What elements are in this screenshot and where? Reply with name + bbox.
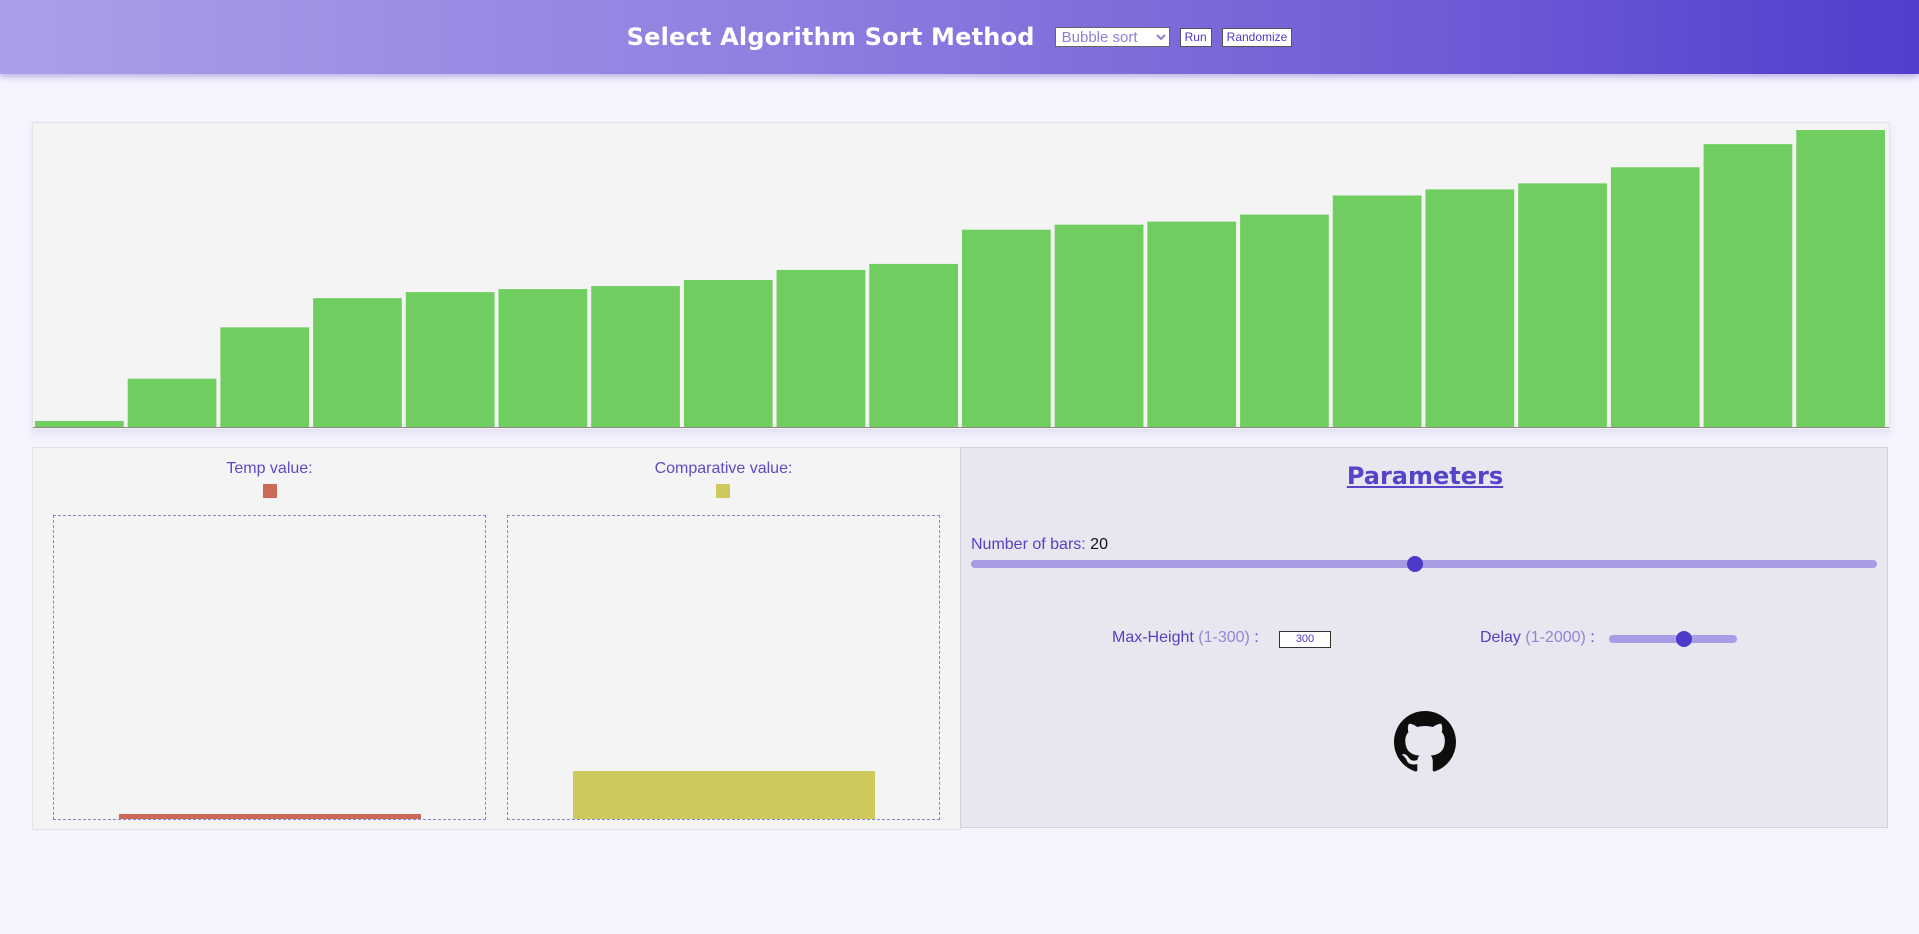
sort-bar — [1796, 130, 1885, 428]
comparative-color-swatch — [716, 484, 730, 498]
delay-slider[interactable] — [1609, 631, 1737, 647]
comparative-value-box — [507, 515, 940, 820]
bars-chart — [32, 122, 1890, 430]
delay-range-hint: (1-2000) — [1525, 629, 1586, 646]
temp-value-box — [53, 515, 486, 820]
temp-value-label: Temp value: — [226, 460, 313, 477]
max-height-range-hint: (1-300) — [1198, 629, 1250, 646]
sort-bar — [127, 378, 217, 427]
bars-svg — [33, 130, 1889, 428]
delay-label: Delay (1-2000) : — [1480, 629, 1595, 647]
sort-bar — [1425, 189, 1515, 427]
max-height-text: Max-Height — [1112, 629, 1194, 646]
number-of-bars-value: 20 — [1090, 536, 1108, 553]
parameters-panel: Parameters Number of bars: 20 Max-Height… — [960, 447, 1888, 828]
delay-text: Delay — [1480, 629, 1521, 646]
sort-bar — [35, 420, 124, 427]
sort-bar — [1332, 195, 1422, 427]
number-of-bars-slider[interactable] — [971, 556, 1877, 572]
page-title: Select Algorithm Sort Method — [626, 23, 1035, 51]
sort-bar — [405, 292, 495, 427]
delay-slider-thumb[interactable] — [1676, 631, 1693, 647]
max-height-colon: : — [1254, 629, 1259, 646]
comparative-value-bar — [573, 770, 875, 819]
delay-colon: : — [1590, 629, 1595, 646]
sort-bar — [776, 269, 866, 427]
sort-bar — [683, 280, 773, 427]
sort-bar — [1240, 214, 1329, 427]
sort-bar — [220, 327, 310, 427]
values-panel: Temp value: Comparative value: — [32, 447, 962, 830]
header-controls: Bubble sort Run Randomize — [1054, 27, 1293, 47]
sort-bar — [313, 298, 402, 427]
number-of-bars-slider-thumb[interactable] — [1407, 556, 1424, 572]
algorithm-select[interactable]: Bubble sort — [1054, 27, 1170, 47]
sort-bar — [1703, 144, 1793, 428]
temp-color-swatch — [263, 484, 277, 498]
run-button[interactable]: Run — [1179, 27, 1212, 47]
sort-bar — [1518, 183, 1607, 427]
sort-bar — [591, 286, 680, 427]
sort-bar — [498, 289, 588, 427]
github-icon[interactable] — [1394, 711, 1456, 773]
number-of-bars-label: Number of bars: 20 — [971, 536, 1108, 554]
number-of-bars-text: Number of bars: — [971, 536, 1086, 553]
sort-bar — [1610, 167, 1700, 427]
app-header: Select Algorithm Sort Method Bubble sort… — [0, 0, 1919, 74]
temp-value-bar — [119, 813, 421, 819]
parameters-title: Parameters — [1346, 462, 1504, 490]
max-height-input[interactable]: 300 — [1279, 631, 1331, 648]
sort-bar — [1147, 221, 1237, 427]
sort-bar — [962, 229, 1051, 427]
randomize-button[interactable]: Randomize — [1221, 27, 1293, 47]
sort-bar — [869, 263, 958, 427]
max-height-label: Max-Height (1-300) : — [1112, 629, 1259, 647]
comparative-value-label: Comparative value: — [654, 460, 793, 477]
sort-bar — [1054, 224, 1144, 427]
